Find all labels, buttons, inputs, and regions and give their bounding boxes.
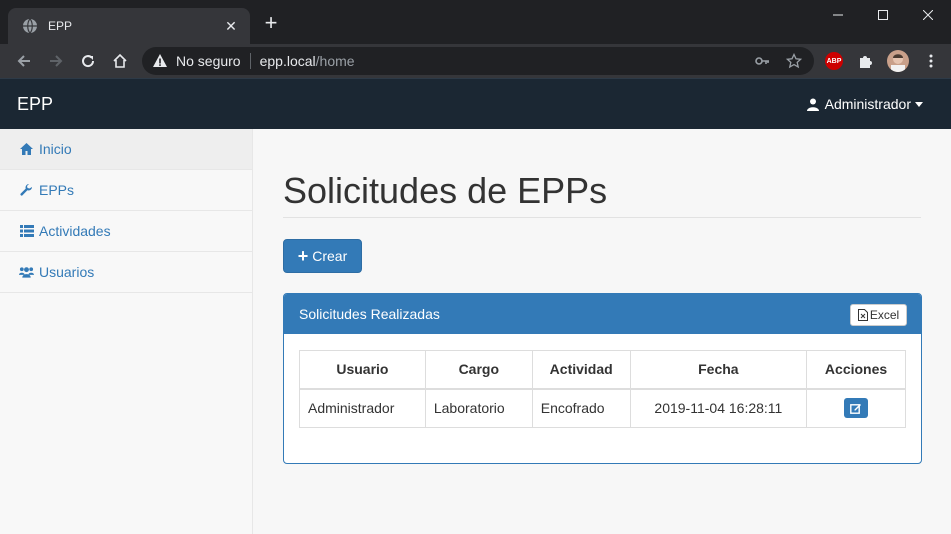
arrow-right-icon xyxy=(50,55,63,67)
not-secure-label: No seguro xyxy=(176,53,241,69)
requests-panel: Solicitudes Realizadas Excel Usuario Car… xyxy=(283,293,922,464)
sidebar-item-label: Inicio xyxy=(39,141,72,157)
cell-actividad: Encofrado xyxy=(531,388,631,428)
edit-icon xyxy=(850,404,862,415)
requests-table: Usuario Cargo Actividad Fecha Acciones A… xyxy=(299,350,906,428)
reload-button[interactable] xyxy=(76,49,100,73)
wrench-icon xyxy=(19,183,34,197)
create-button[interactable]: + Crear xyxy=(283,239,362,273)
sidebar-item-label: EPPs xyxy=(39,182,75,198)
sidebar-item-usuarios[interactable]: Usuarios xyxy=(0,252,252,293)
top-navbar: EPP Administrador xyxy=(0,78,951,129)
new-tab-button[interactable]: + xyxy=(260,12,282,34)
page-title: Solicitudes de EPPs xyxy=(283,170,608,211)
file-excel-icon xyxy=(857,309,868,321)
excel-export-button[interactable]: Excel xyxy=(850,304,907,326)
home-icon xyxy=(19,142,34,156)
brand-link[interactable]: EPP xyxy=(17,94,53,115)
caret-down-icon xyxy=(915,101,923,107)
kebab-menu-icon[interactable] xyxy=(922,52,940,70)
plus-icon: + xyxy=(297,246,309,266)
address-separator xyxy=(249,53,251,69)
excel-button-label: Excel xyxy=(869,308,900,322)
column-header-fecha[interactable]: Fecha xyxy=(629,350,808,390)
url-path: /home xyxy=(315,53,355,69)
close-icon xyxy=(923,10,933,20)
edit-button[interactable] xyxy=(844,398,869,419)
puzzle-icon[interactable] xyxy=(857,52,875,70)
sidebar-item-actividades[interactable]: Actividades xyxy=(0,211,252,252)
cell-cargo: Laboratorio xyxy=(424,388,533,428)
column-header-cargo[interactable]: Cargo xyxy=(424,350,533,390)
column-header-actividad[interactable]: Actividad xyxy=(531,350,631,390)
create-button-label: Crear xyxy=(312,248,348,264)
cell-usuario: Administrador xyxy=(299,388,426,428)
browser-tab-strip: EPP ✕ + xyxy=(0,0,951,44)
window-maximize-button[interactable] xyxy=(860,0,906,30)
warning-icon xyxy=(153,54,167,67)
sidebar-item-inicio[interactable]: Inicio xyxy=(0,129,252,170)
maximize-icon xyxy=(878,10,888,20)
cell-fecha: 2019-11-04 16:28:11 xyxy=(629,388,808,428)
home-outline-icon xyxy=(113,53,127,68)
title-divider xyxy=(283,217,921,218)
table-row: Administrador Laboratorio Encofrado 2019… xyxy=(299,388,906,428)
browser-tab[interactable]: EPP ✕ xyxy=(8,8,250,44)
column-header-usuario[interactable]: Usuario xyxy=(299,350,426,390)
globe-icon xyxy=(23,18,37,34)
sidebar-item-label: Usuarios xyxy=(39,264,95,280)
browser-toolbar: No seguro epp.local/home ABP xyxy=(0,44,951,78)
app-viewport: EPP Administrador Inicio EPPs Actividade… xyxy=(0,78,951,534)
user-dropdown[interactable]: Administrador xyxy=(806,96,923,112)
window-minimize-button[interactable] xyxy=(815,0,861,30)
arrow-left-icon xyxy=(17,55,30,67)
minimize-icon xyxy=(833,14,843,16)
tab-title: EPP xyxy=(48,19,73,33)
users-icon xyxy=(19,265,34,279)
main-content: Solicitudes de EPPs + Crear Solicitudes … xyxy=(253,129,951,534)
address-bar[interactable]: No seguro epp.local/home xyxy=(142,47,814,75)
sidebar-item-label: Actividades xyxy=(39,223,111,239)
profile-avatar[interactable] xyxy=(887,50,909,72)
panel-title: Solicitudes Realizadas xyxy=(299,306,440,322)
tab-close-icon[interactable]: ✕ xyxy=(222,17,240,35)
panel-heading: Solicitudes Realizadas Excel xyxy=(284,294,921,334)
column-header-acciones: Acciones xyxy=(806,350,906,390)
user-icon xyxy=(806,98,819,111)
table-header-row: Usuario Cargo Actividad Fecha Acciones xyxy=(299,350,906,390)
forward-button[interactable] xyxy=(44,49,68,73)
sidebar-item-epps[interactable]: EPPs xyxy=(0,170,252,211)
person-photo-icon xyxy=(891,54,905,72)
cell-acciones xyxy=(806,388,906,428)
window-close-button[interactable] xyxy=(905,0,951,30)
url-host: epp.local xyxy=(259,53,316,69)
back-button[interactable] xyxy=(12,49,36,73)
home-button[interactable] xyxy=(108,49,132,73)
reload-icon xyxy=(82,55,95,68)
sidebar: Inicio EPPs Actividades Usuarios xyxy=(0,129,253,534)
user-name: Administrador xyxy=(824,96,911,112)
star-icon[interactable] xyxy=(786,53,802,69)
key-icon[interactable] xyxy=(754,53,770,69)
list-icon xyxy=(19,224,34,238)
adblock-extension-icon[interactable]: ABP xyxy=(825,52,843,70)
